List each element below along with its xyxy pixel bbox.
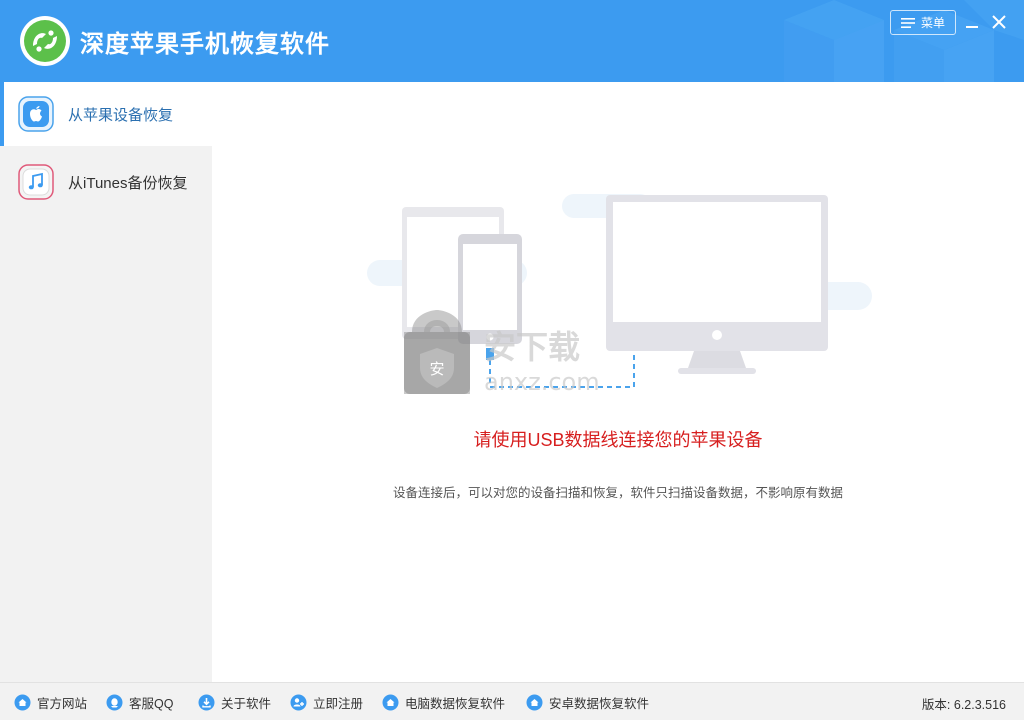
close-button[interactable] [989,12,1009,32]
sidebar-item-itunes-backup-recovery[interactable]: 从iTunes备份恢复 [0,150,212,214]
add-user-icon [290,694,307,710]
app-logo-icon [20,16,70,66]
footer-bar: 官方网站 客服QQ 关于软件 立即注册 电脑数据恢复软件 安卓数据恢复软件 版本… [0,682,1024,720]
footer-link-label: 关于软件 [221,696,272,711]
footer-link-label: 客服QQ [129,696,174,711]
menu-icon [900,17,915,28]
sidebar-item-apple-device-recovery[interactable]: 从苹果设备恢复 [0,82,212,146]
close-icon [992,15,1006,29]
minimize-icon [966,26,978,28]
minimize-button[interactable] [962,12,982,32]
sidebar: 从苹果设备恢复 从iTunes备份恢复 [0,82,212,682]
monitor-device [606,195,828,374]
download-icon [198,694,215,710]
footer-link-label: 立即注册 [313,696,364,711]
watermark-char: 安 [429,360,444,378]
title-bar: 深度苹果手机恢复软件 菜单 [0,0,1024,82]
apple-icon [18,96,54,132]
footer-link-label: 电脑数据恢复软件 [405,696,506,711]
menu-label: 菜单 [920,16,945,30]
connection-instruction-description: 设备连接后，可以对您的设备扫描和恢复，软件只扫描设备数据，不影响原有数据 [392,486,843,500]
footer-link-pc-data-recovery[interactable]: 电脑数据恢复软件 [382,693,505,711]
version-label: 版本: 6.2.3.516 [921,698,1006,712]
watermark-domain-text: anxz.com [484,368,600,396]
connection-instruction-title: 请使用USB数据线连接您的苹果设备 [473,430,763,450]
sidebar-item-label: 从iTunes备份恢复 [68,174,188,192]
footer-link-android-data-recovery[interactable]: 安卓数据恢复软件 [526,693,649,711]
footer-link-label: 安卓数据恢复软件 [549,696,650,711]
footer-link-official-website[interactable]: 官方网站 [14,693,87,711]
footer-link-label: 官方网站 [37,696,88,711]
menu-button[interactable]: 菜单 [890,10,956,35]
home-icon [382,694,399,710]
home-icon [14,694,31,710]
footer-link-about-software[interactable]: 关于软件 [198,693,271,711]
app-title: 深度苹果手机恢复软件 [80,30,330,58]
device-connection-illustration: 安 安下载 anxz.com [367,194,872,396]
home-icon [526,694,543,710]
sidebar-item-label: 从苹果设备恢复 [68,106,174,124]
main-panel: 安 安下载 anxz.com 请使用USB数据线连接您的苹果设备 设备连接后，可… [212,82,1024,682]
watermark-main-text: 安下载 [484,328,580,366]
footer-link-register-now[interactable]: 立即注册 [290,693,363,711]
music-note-icon [18,164,54,200]
footer-link-customer-qq[interactable]: 客服QQ [106,693,173,711]
qq-icon [106,694,123,710]
